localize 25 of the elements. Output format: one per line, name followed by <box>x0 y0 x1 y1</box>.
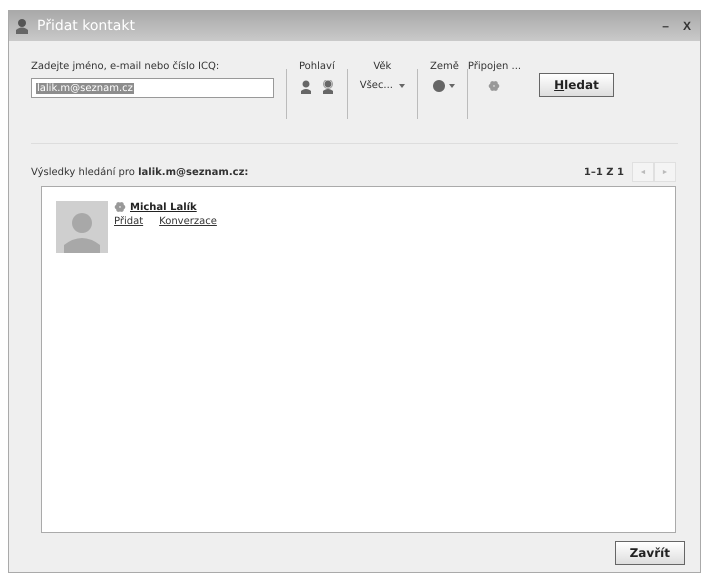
contact-action-link[interactable]: Konverzace <box>159 216 217 227</box>
online-label: Připojen ... <box>468 61 522 72</box>
country-label: Země <box>430 61 459 72</box>
contact-action-link[interactable]: Přidat <box>114 216 144 227</box>
avatar-placeholder <box>56 201 108 253</box>
age-dropdown[interactable]: Všec... <box>360 80 405 91</box>
country-dropdown[interactable] <box>433 80 456 92</box>
page-count: 1–1 Z 1 <box>584 166 624 178</box>
gender-label: Pohlaví <box>299 61 335 72</box>
male-icon[interactable] <box>300 80 312 94</box>
caret-icon <box>398 84 405 88</box>
person-icon <box>15 18 29 34</box>
minimize-button[interactable]: – <box>659 19 672 33</box>
search-label: Zadejte jméno, e-mail nebo číslo ICQ: <box>31 61 220 72</box>
search-button[interactable]: Hledat <box>539 73 614 97</box>
age-label: Věk <box>373 61 392 72</box>
close-dialog-button[interactable]: Zavřít <box>614 541 685 565</box>
contact-name-link[interactable]: Michal Lalík <box>130 202 197 212</box>
close-button[interactable]: X <box>680 19 694 33</box>
window-title: Přidat kontakt <box>37 18 136 34</box>
results-label: Výsledky hledání pro lalik.m@seznam.cz: <box>31 166 248 178</box>
caret-icon <box>449 84 456 88</box>
status-icon <box>114 201 126 213</box>
female-icon[interactable] <box>322 80 334 94</box>
flower-icon <box>488 80 500 92</box>
